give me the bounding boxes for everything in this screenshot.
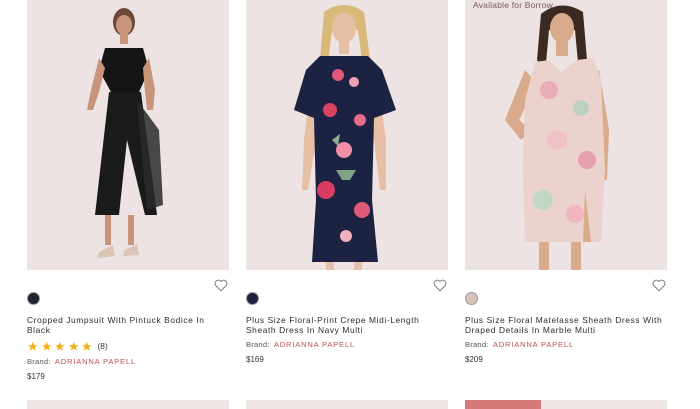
model-photo-floral-marble (465, 0, 667, 270)
brand-line: Brand: ADRIANNA PAPELL (27, 357, 229, 366)
heart-outline-icon[interactable] (652, 279, 666, 292)
model-photo-floral-navy (246, 0, 448, 270)
color-swatch-black[interactable] (27, 292, 40, 305)
availability-badge: Available for Borrow (473, 0, 553, 10)
product-image[interactable] (27, 0, 229, 270)
product-title[interactable]: Plus Size Floral-Print Crepe Midi-Length… (246, 315, 448, 335)
rating[interactable]: (8) (27, 340, 229, 352)
next-product-image[interactable] (465, 400, 667, 409)
brand-link[interactable]: ADRIANNA PAPELL (493, 340, 574, 349)
brand-label: Brand: (27, 357, 51, 366)
brand-label: Brand: (465, 340, 489, 349)
brand-line: Brand: ADRIANNA PAPELL (465, 340, 667, 349)
next-product-image[interactable] (246, 400, 448, 409)
star-icon (41, 341, 51, 351)
heart-outline-icon[interactable] (214, 279, 228, 292)
product-image[interactable]: Available for Borrow (465, 0, 667, 270)
star-icon (82, 341, 92, 351)
color-swatch-marble-multi[interactable] (465, 292, 478, 305)
review-count[interactable]: (8) (98, 341, 108, 351)
star-icon (68, 341, 78, 351)
product-card[interactable]: Cropped Jumpsuit With Pintuck Bodice In … (27, 0, 229, 381)
color-swatch-navy-multi[interactable] (246, 292, 259, 305)
model-photo-jumpsuit (27, 0, 229, 270)
sale-badge (465, 400, 541, 409)
product-price: $179 (27, 372, 45, 381)
heart-outline-icon[interactable] (433, 279, 447, 292)
product-card[interactable]: Available for Borrow Plus Size Floral Ma… (465, 0, 667, 364)
next-product-image[interactable] (27, 400, 229, 409)
star-icon (28, 341, 38, 351)
brand-line: Brand: ADRIANNA PAPELL (246, 340, 448, 349)
star-icon (55, 341, 65, 351)
product-title[interactable]: Plus Size Floral Matelasse Sheath Dress … (465, 315, 667, 335)
brand-label: Brand: (246, 340, 270, 349)
brand-link[interactable]: ADRIANNA PAPELL (55, 357, 136, 366)
brand-link[interactable]: ADRIANNA PAPELL (274, 340, 355, 349)
product-image[interactable] (246, 0, 448, 270)
product-price: $209 (465, 355, 483, 364)
product-title[interactable]: Cropped Jumpsuit With Pintuck Bodice In … (27, 315, 229, 335)
product-price: $169 (246, 355, 264, 364)
product-card[interactable]: Plus Size Floral-Print Crepe Midi-Length… (246, 0, 448, 364)
